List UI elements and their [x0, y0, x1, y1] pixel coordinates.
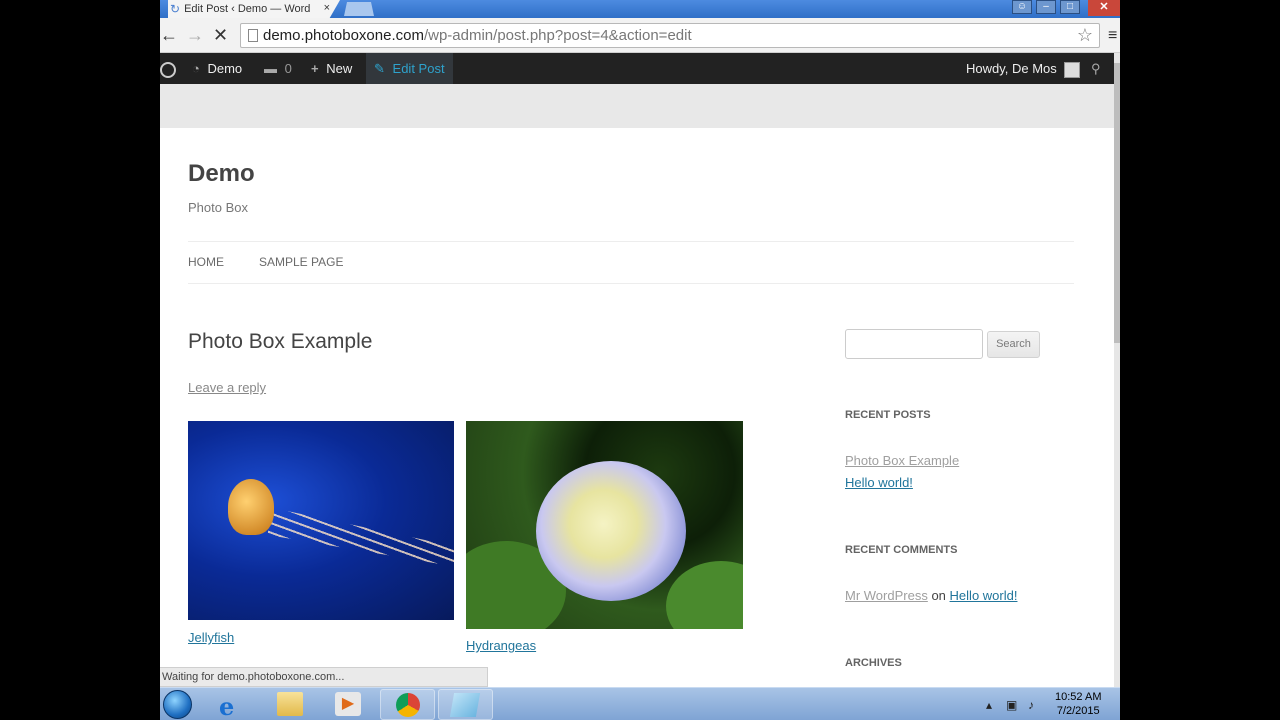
start-button[interactable] — [160, 688, 194, 720]
minimize-button[interactable]: – — [1036, 0, 1056, 14]
admin-bar-comments[interactable]: ▬ 0 — [264, 53, 292, 84]
site-description: Photo Box — [188, 200, 248, 215]
jellyfish-bell — [228, 479, 274, 535]
new-tab-button[interactable] — [344, 2, 374, 16]
gallery-image-jellyfish[interactable] — [188, 421, 454, 620]
admin-bar-edit-post[interactable]: ✎ Edit Post — [366, 53, 453, 84]
chrome-menu-icon[interactable]: ≡ — [1108, 27, 1117, 45]
tray-clock[interactable]: 10:52 AM 7/2/2015 — [1055, 690, 1101, 718]
site-title[interactable]: Demo — [188, 160, 255, 188]
post-title: Photo Box Example — [188, 330, 373, 353]
recent-post-link[interactable]: Hello world! — [845, 475, 913, 490]
plus-icon: + — [311, 61, 319, 76]
address-bar[interactable]: demo.photoboxone.com/wp-admin/post.php?p… — [240, 23, 1100, 48]
taskbar-media-player[interactable]: ▶ — [322, 689, 377, 720]
screen: ↻ Edit Post ‹ Demo — Word × ☺ – □ ✕ ← → … — [160, 0, 1120, 720]
forward-arrow-icon[interactable]: → — [186, 26, 204, 44]
back-arrow-icon[interactable]: ← — [160, 26, 178, 44]
restore-button[interactable]: □ — [1060, 0, 1080, 14]
widget-title-archives: ARCHIVES — [845, 657, 902, 669]
url-path: /wp-admin/post.php?post=4&action=edit — [423, 27, 692, 44]
leave-reply-link[interactable]: Leave a reply — [188, 380, 266, 395]
volume-icon[interactable]: ♪ — [1028, 698, 1034, 712]
admin-bar-site[interactable]: ◔ Demo — [192, 53, 242, 84]
new-label: New — [326, 61, 353, 76]
dashboard-icon: ◔ — [192, 61, 200, 76]
wordpress-logo-icon[interactable] — [160, 53, 176, 84]
divider — [188, 283, 1074, 284]
user-profile-icon[interactable]: ☺ — [1012, 0, 1032, 14]
internet-explorer-icon: e — [219, 692, 235, 720]
loading-spinner-icon: ↻ — [170, 2, 181, 16]
jellyfish-tentacles — [268, 507, 454, 567]
divider — [188, 241, 1074, 242]
tab-title: Edit Post ‹ Demo — Word — [184, 3, 311, 15]
taskbar-ie[interactable]: e — [206, 689, 261, 720]
taskbar-app[interactable] — [438, 689, 493, 720]
comments-count: 0 — [284, 61, 292, 76]
search-button[interactable]: Search — [987, 331, 1040, 358]
bookmark-star-icon[interactable]: ☆ — [1077, 24, 1093, 47]
admin-bar-new[interactable]: + New — [311, 53, 352, 84]
page-scrollbar[interactable] — [1114, 53, 1120, 687]
pencil-icon: ✎ — [374, 61, 385, 76]
url-host: demo.photoboxone.com — [263, 27, 424, 44]
widget-title-recent-comments: RECENT COMMENTS — [845, 544, 958, 556]
nav-item-home[interactable]: HOME — [188, 255, 224, 269]
avatar — [1064, 61, 1081, 78]
admin-bar-site-name: Demo — [207, 61, 243, 76]
widget-title-recent-posts: RECENT POSTS — [845, 409, 931, 421]
windows-logo-icon — [163, 690, 192, 719]
browser-tab-active[interactable]: ↻ Edit Post ‹ Demo — Word × — [168, 0, 340, 18]
edit-post-label: Edit Post — [392, 61, 445, 76]
clock-date: 7/2/2015 — [1056, 705, 1100, 717]
gallery-image-hydrangeas[interactable] — [466, 421, 743, 629]
admin-bar-my-account[interactable]: Howdy, De Mos — [966, 53, 1081, 84]
clock-time: 10:52 AM — [1055, 691, 1102, 703]
taskbar-chrome[interactable] — [380, 689, 435, 720]
howdy-text: Howdy, De Mos — [966, 61, 1057, 76]
network-icon[interactable]: ▣ — [1006, 698, 1017, 712]
search-input[interactable] — [845, 329, 983, 359]
hydrangea-flower — [536, 461, 686, 601]
comment-post-link[interactable]: Hello world! — [950, 588, 1018, 603]
comment-icon: ▬ — [264, 61, 277, 76]
tray-expand-icon[interactable]: ▴ — [986, 698, 992, 712]
tab-close-icon[interactable]: × — [324, 2, 330, 14]
gallery-caption-jellyfish[interactable]: Jellyfish — [188, 630, 234, 645]
folder-icon — [277, 692, 303, 716]
stop-loading-icon[interactable]: ✕ — [213, 26, 228, 44]
page-icon — [248, 29, 258, 42]
admin-bar-search-icon[interactable]: ⚲ — [1091, 53, 1101, 84]
browser-toolbar: ← → ✕ demo.photoboxone.com/wp-admin/post… — [160, 18, 1120, 53]
status-bubble: Waiting for demo.photoboxone.com... — [160, 667, 488, 687]
page-top-band — [160, 84, 1114, 128]
nav-item-sample-page[interactable]: SAMPLE PAGE — [259, 255, 343, 269]
taskbar-explorer[interactable] — [264, 689, 319, 720]
tab-strip: ↻ Edit Post ‹ Demo — Word × ☺ – □ ✕ — [160, 0, 1120, 18]
leaf — [666, 561, 743, 629]
window-close-button[interactable]: ✕ — [1088, 0, 1120, 16]
gallery-caption-hydrangeas[interactable]: Hydrangeas — [466, 638, 536, 653]
recent-comment: Mr WordPress on Hello world! — [845, 588, 1017, 603]
chrome-icon — [396, 693, 420, 717]
media-player-icon: ▶ — [335, 692, 361, 716]
wp-admin-bar: ◔ Demo ▬ 0 + New ✎ Edit Post Howdy, De M… — [160, 53, 1114, 84]
window-app-icon — [449, 693, 481, 717]
comment-author-link[interactable]: Mr WordPress — [845, 588, 928, 603]
scrollbar-thumb[interactable] — [1114, 63, 1120, 343]
windows-taskbar: e ▶ ▴ ▣ ♪ 10:52 AM 7/2/2015 — [160, 687, 1120, 720]
recent-post-link[interactable]: Photo Box Example — [845, 453, 959, 468]
comment-on-text: on — [931, 588, 946, 603]
